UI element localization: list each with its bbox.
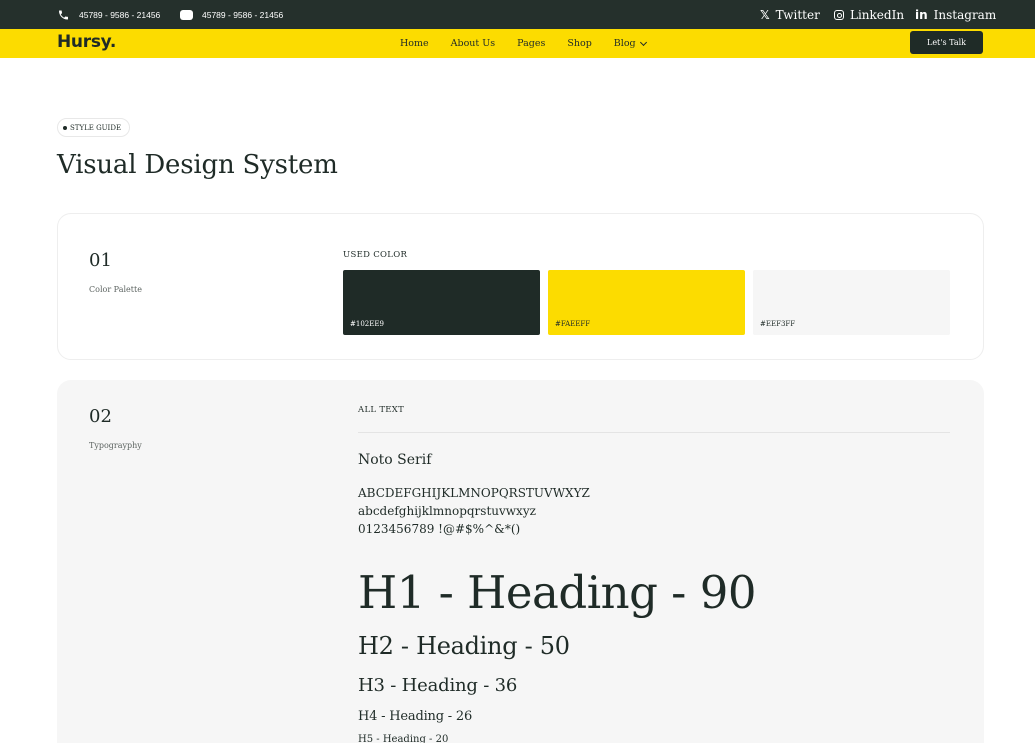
- social-link-linkedin[interactable]: LinkedIn: [834, 0, 904, 29]
- heading-h2-sample: H2 - Heading - 50: [358, 632, 570, 660]
- top-bar: 45789 - 9586 - 21456 45789 - 9586 - 2145…: [0, 0, 1035, 29]
- nav-link-blog-label: Blog: [613, 38, 636, 49]
- nav-bar: Hursy. Home About Us Pages Shop Blog: [0, 29, 1035, 58]
- heading-h1-sample: H1 - Heading - 90: [358, 566, 756, 619]
- linkedin-icon: in: [915, 7, 928, 22]
- message-icon: [180, 9, 193, 20]
- nav-link-home[interactable]: Home: [400, 38, 429, 49]
- message-number: 45789 - 9586 - 21456: [202, 9, 284, 20]
- instagram-icon: [834, 9, 844, 20]
- heading-h4-sample: H4 - Heading - 26: [358, 709, 473, 724]
- color-code: #FAEEFF: [555, 320, 591, 328]
- lowercase-glyphs: abcdefghijklmnopqrstuvwxyz: [358, 504, 536, 518]
- chevron-down-icon: [639, 38, 647, 46]
- used-color-heading: USED COLOR: [343, 250, 408, 260]
- phone-number: 45789 - 9586 - 21456: [79, 9, 161, 20]
- nav-link-about[interactable]: About Us: [451, 38, 496, 49]
- social-label: Twitter: [775, 7, 820, 22]
- phone-contact[interactable]: 45789 - 9586 - 21456: [57, 0, 160, 29]
- color-swatch-dark[interactable]: #102EE9: [343, 270, 540, 335]
- uppercase-glyphs: ABCDEFGHIJKLMNOPQRSTUVWXYZ: [358, 486, 590, 500]
- nav-link-shop[interactable]: Shop: [567, 38, 591, 49]
- social-link-twitter[interactable]: 𝕏 Twitter: [760, 0, 820, 29]
- color-code: #102EE9: [350, 320, 384, 328]
- badge-label: STYLE GUIDE: [70, 123, 122, 132]
- color-swatch-yellow[interactable]: #FAEEFF: [548, 270, 745, 335]
- number-glyphs: 0123456789 !@#$%^&*(): [358, 522, 521, 536]
- phone-icon: [57, 9, 70, 20]
- social-label: Instagram: [933, 7, 997, 22]
- lets-talk-button[interactable]: Let's Talk: [910, 31, 983, 54]
- color-code: #EEF3FF: [760, 320, 796, 328]
- section-number: 02: [89, 406, 112, 427]
- section-name: Color Palette: [89, 285, 142, 294]
- divider: [358, 432, 950, 433]
- all-text-heading: ALL TEXT: [358, 405, 405, 415]
- message-contact[interactable]: 45789 - 9586 - 21456: [180, 0, 283, 29]
- x-icon: 𝕏: [760, 7, 770, 22]
- section-name: Typograyphy: [89, 441, 142, 450]
- section-number: 01: [89, 250, 112, 271]
- nav-links: Home About Us Pages Shop Blog: [400, 29, 668, 58]
- social-link-instagram[interactable]: in Instagram: [915, 0, 996, 29]
- nav-link-pages[interactable]: Pages: [517, 38, 545, 49]
- heading-h3-sample: H3 - Heading - 36: [358, 675, 518, 696]
- typography-card: [57, 380, 984, 743]
- page-title: Visual Design System: [57, 150, 338, 180]
- font-name: Noto Serif: [358, 452, 432, 468]
- heading-h5-sample: H5 - Heading - 20: [358, 734, 449, 743]
- nav-link-blog[interactable]: Blog: [613, 38, 647, 49]
- logo[interactable]: Hursy.: [57, 32, 116, 52]
- social-label: LinkedIn: [850, 7, 905, 22]
- style-guide-badge: STYLE GUIDE: [57, 118, 131, 137]
- bullet-icon: [63, 125, 67, 130]
- color-swatch-light[interactable]: #EEF3FF: [753, 270, 950, 335]
